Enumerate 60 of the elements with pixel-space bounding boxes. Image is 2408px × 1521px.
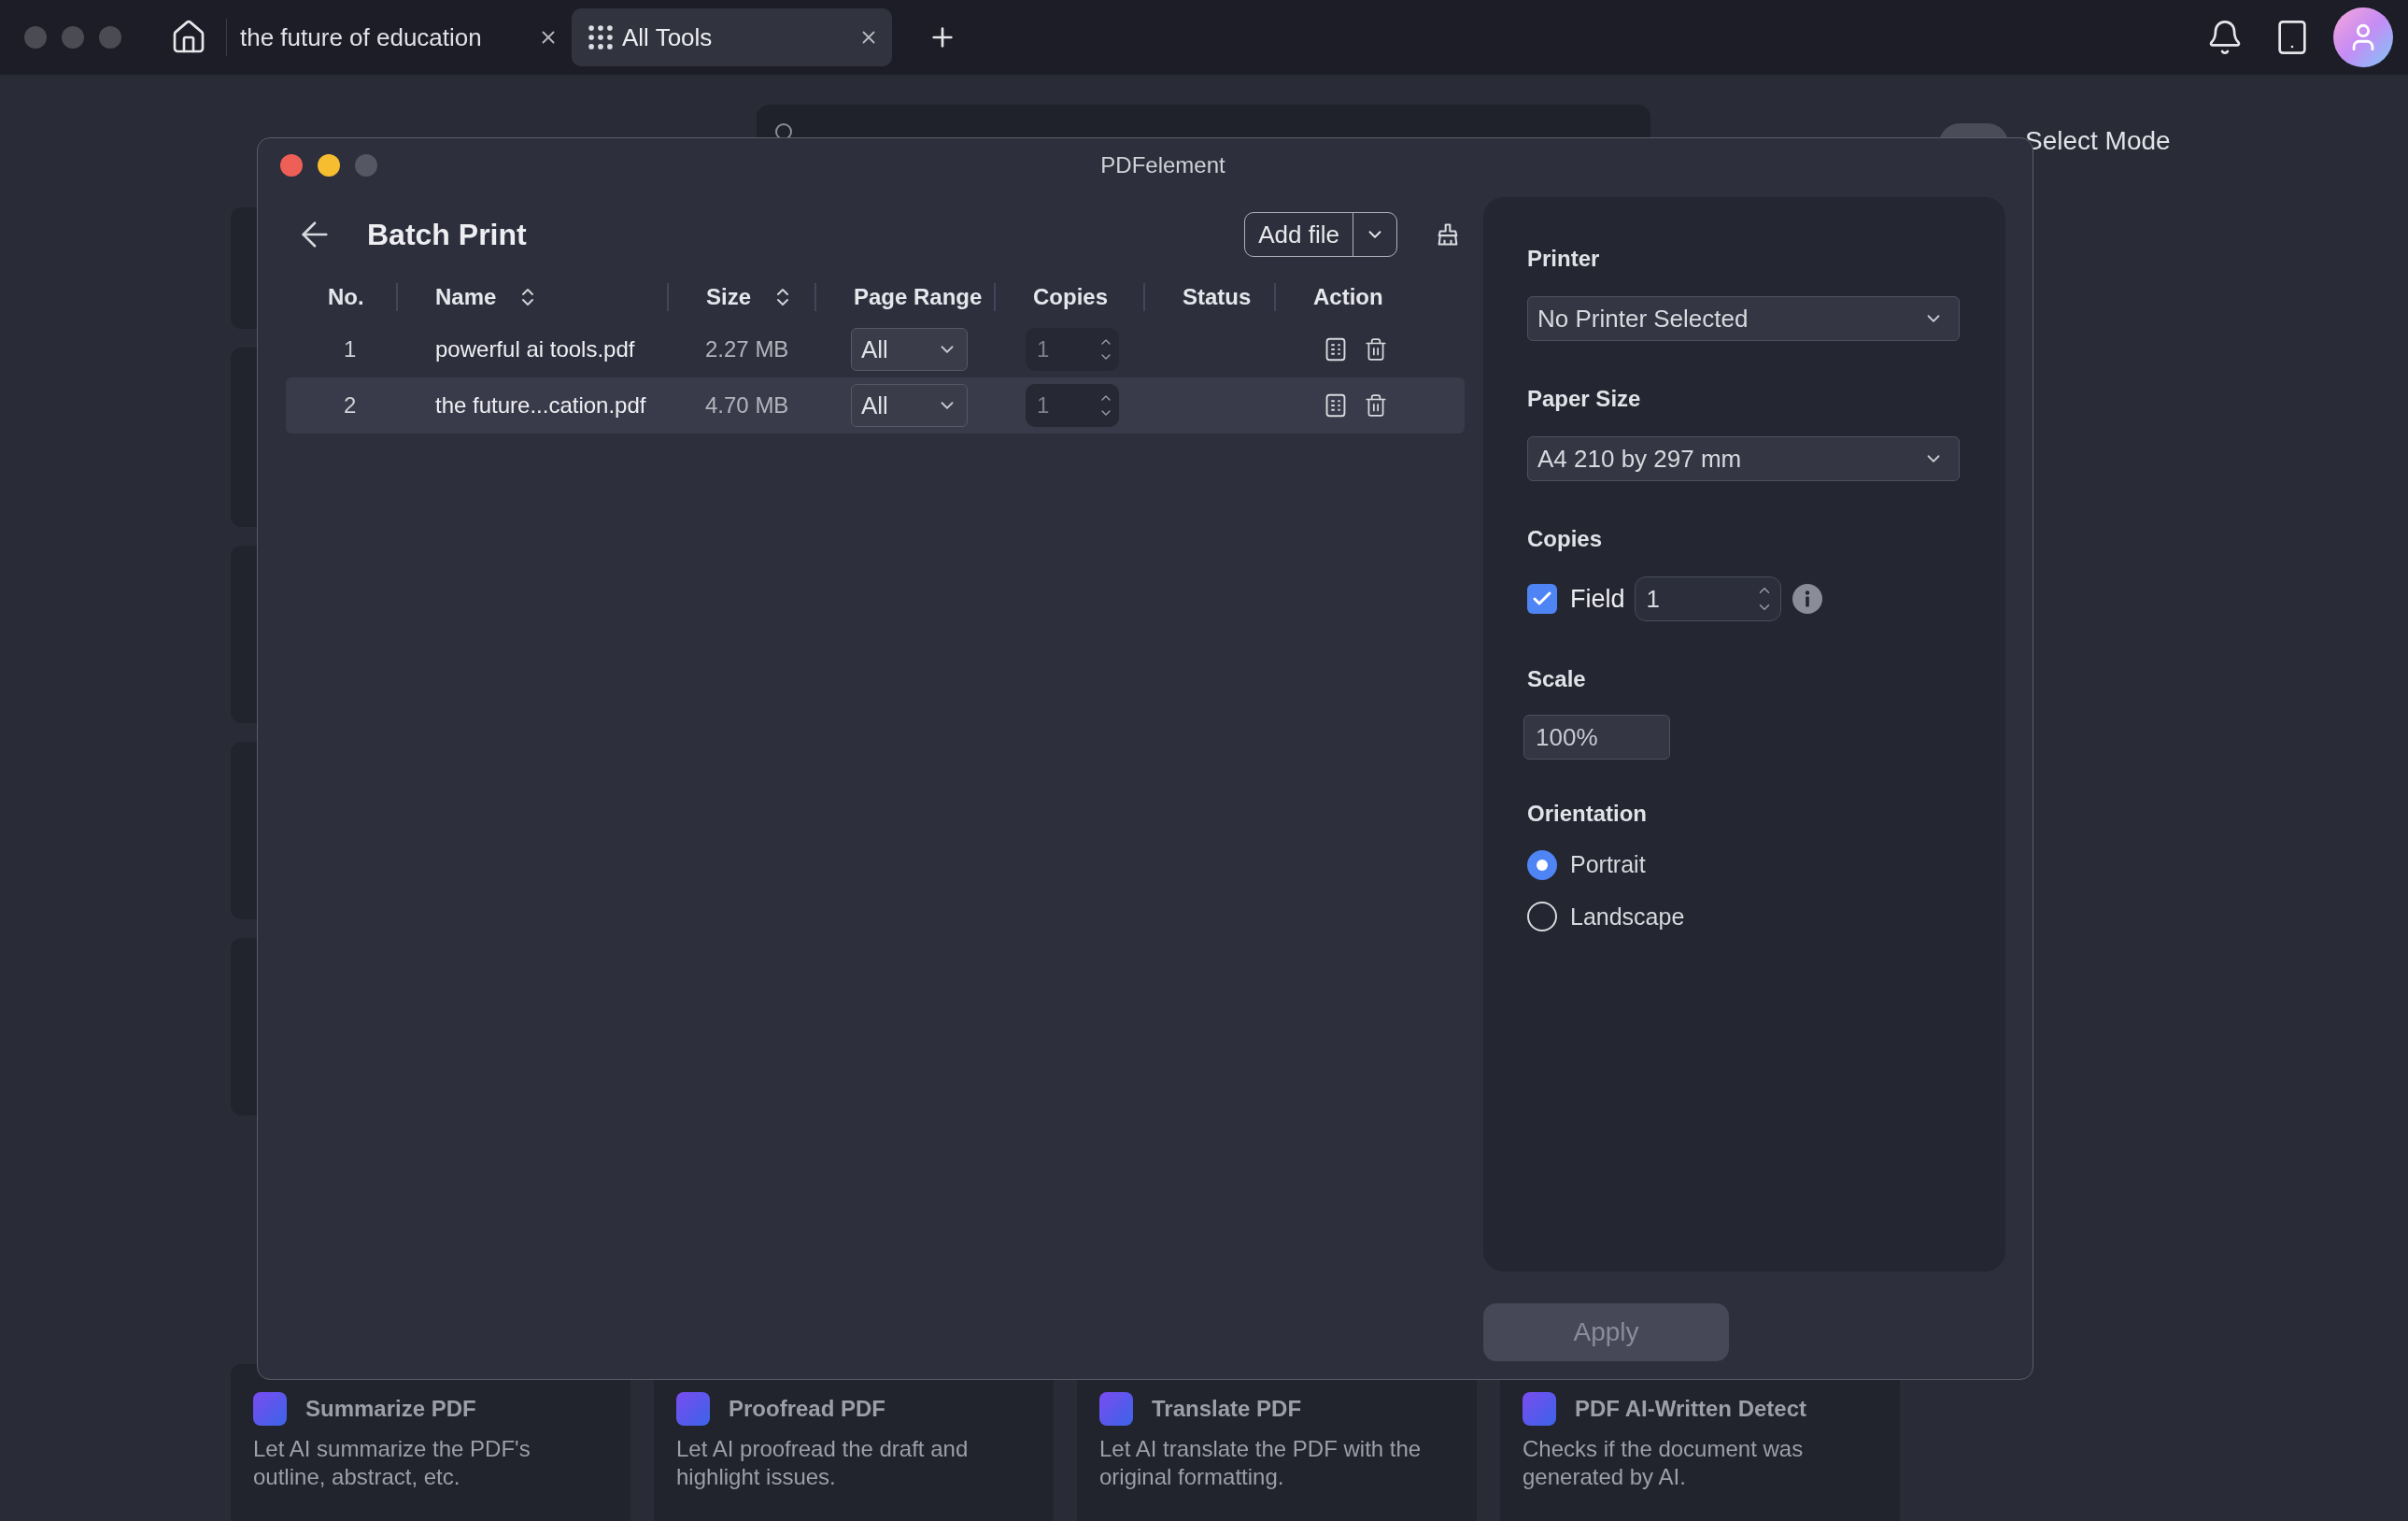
tool-icon <box>253 1392 287 1426</box>
document-icon[interactable] <box>1324 393 1347 418</box>
sortable-column-header[interactable]: Name <box>435 280 540 314</box>
copies-stepper[interactable]: 1 <box>1026 384 1119 427</box>
radio-button[interactable] <box>1527 902 1557 932</box>
radio-label: Portrait <box>1570 850 1646 879</box>
column-header: Action <box>1313 283 1383 311</box>
table-cell-text: 2.27 MB <box>704 335 790 363</box>
tool-title: Proofread PDF <box>729 1395 886 1423</box>
tool-card[interactable]: Summarize PDF Let AI summarize the PDF's outline, abstract, etc. <box>231 1364 630 1521</box>
orientation-label: Orientation <box>1527 800 1648 828</box>
tab[interactable]: All Tools <box>572 8 892 66</box>
table-row[interactable]: 1 powerful ai tools.pdf 2.27 MB All 1 <box>286 321 1465 377</box>
tab[interactable]: the future of education <box>238 8 560 66</box>
window-title: PDFelement <box>1100 151 1225 179</box>
sortable-column-header[interactable]: Size <box>706 280 795 314</box>
tool-title: Summarize PDF <box>305 1395 476 1423</box>
tool-icon <box>1099 1392 1133 1426</box>
checkbox[interactable] <box>1527 584 1557 614</box>
select-mode-label: Select Mode <box>2025 125 2171 157</box>
tool-description: Checks if the document was generated by AI. <box>1523 1435 1805 1491</box>
copies-label: Copies <box>1527 525 1603 553</box>
scale-label: Scale <box>1527 665 1587 693</box>
page-range-select[interactable]: All <box>851 384 968 427</box>
copies-stepper[interactable]: 1 <box>1026 328 1119 371</box>
printer-label: Printer <box>1527 245 1601 273</box>
radio-label: Landscape <box>1570 902 1685 931</box>
close-window-button[interactable] <box>280 154 303 177</box>
tool-icon <box>676 1392 710 1426</box>
table-cell-text: powerful ai tools.pdf <box>434 335 636 363</box>
delete-icon[interactable] <box>1364 393 1388 418</box>
copies-field[interactable]: 1 <box>1634 576 1781 621</box>
paper-size-label: Paper Size <box>1527 385 1642 413</box>
printer-select[interactable]: No Printer Selected <box>1527 296 1960 341</box>
column-header: Status <box>1183 283 1252 311</box>
table-cell-text: the future...cation.pdf <box>434 391 647 419</box>
document-icon[interactable] <box>1324 337 1347 362</box>
table-cell-text: 2 <box>343 391 358 419</box>
checkbox-label: Field <box>1570 583 1625 615</box>
tool-title: PDF AI-Written Detect <box>1575 1395 1806 1423</box>
radio-button[interactable] <box>1527 849 1557 880</box>
column-header: Page Range <box>854 283 983 311</box>
paper-size-select[interactable]: A4 210 by 297 mm <box>1527 436 1960 481</box>
page-range-select[interactable]: All <box>851 328 968 371</box>
tool-description: Let AI proofread the draft and highlight issues. <box>676 1435 970 1491</box>
delete-icon[interactable] <box>1364 337 1388 362</box>
column-header: No. <box>328 283 364 311</box>
dialog-heading: Batch Print <box>367 217 527 253</box>
minimize-window-button[interactable] <box>318 154 340 177</box>
tool-title: Translate PDF <box>1152 1395 1302 1423</box>
add-file-button[interactable]: Add file <box>1244 212 1397 257</box>
table-row[interactable]: 2 the future...cation.pdf 4.70 MB All 1 <box>286 377 1465 434</box>
column-header: Copies <box>1033 283 1108 311</box>
tool-icon <box>1523 1392 1556 1426</box>
table-cell-text: 4.70 MB <box>704 391 790 419</box>
tool-description: Let AI translate the PDF with the original formatting. <box>1099 1435 1423 1491</box>
info-icon[interactable] <box>1792 584 1822 614</box>
table-cell-text: 1 <box>343 335 358 363</box>
tool-description: Let AI summarize the PDF's outline, abstract, etc. <box>253 1435 531 1491</box>
scale-field[interactable]: 100% <box>1523 715 1670 760</box>
